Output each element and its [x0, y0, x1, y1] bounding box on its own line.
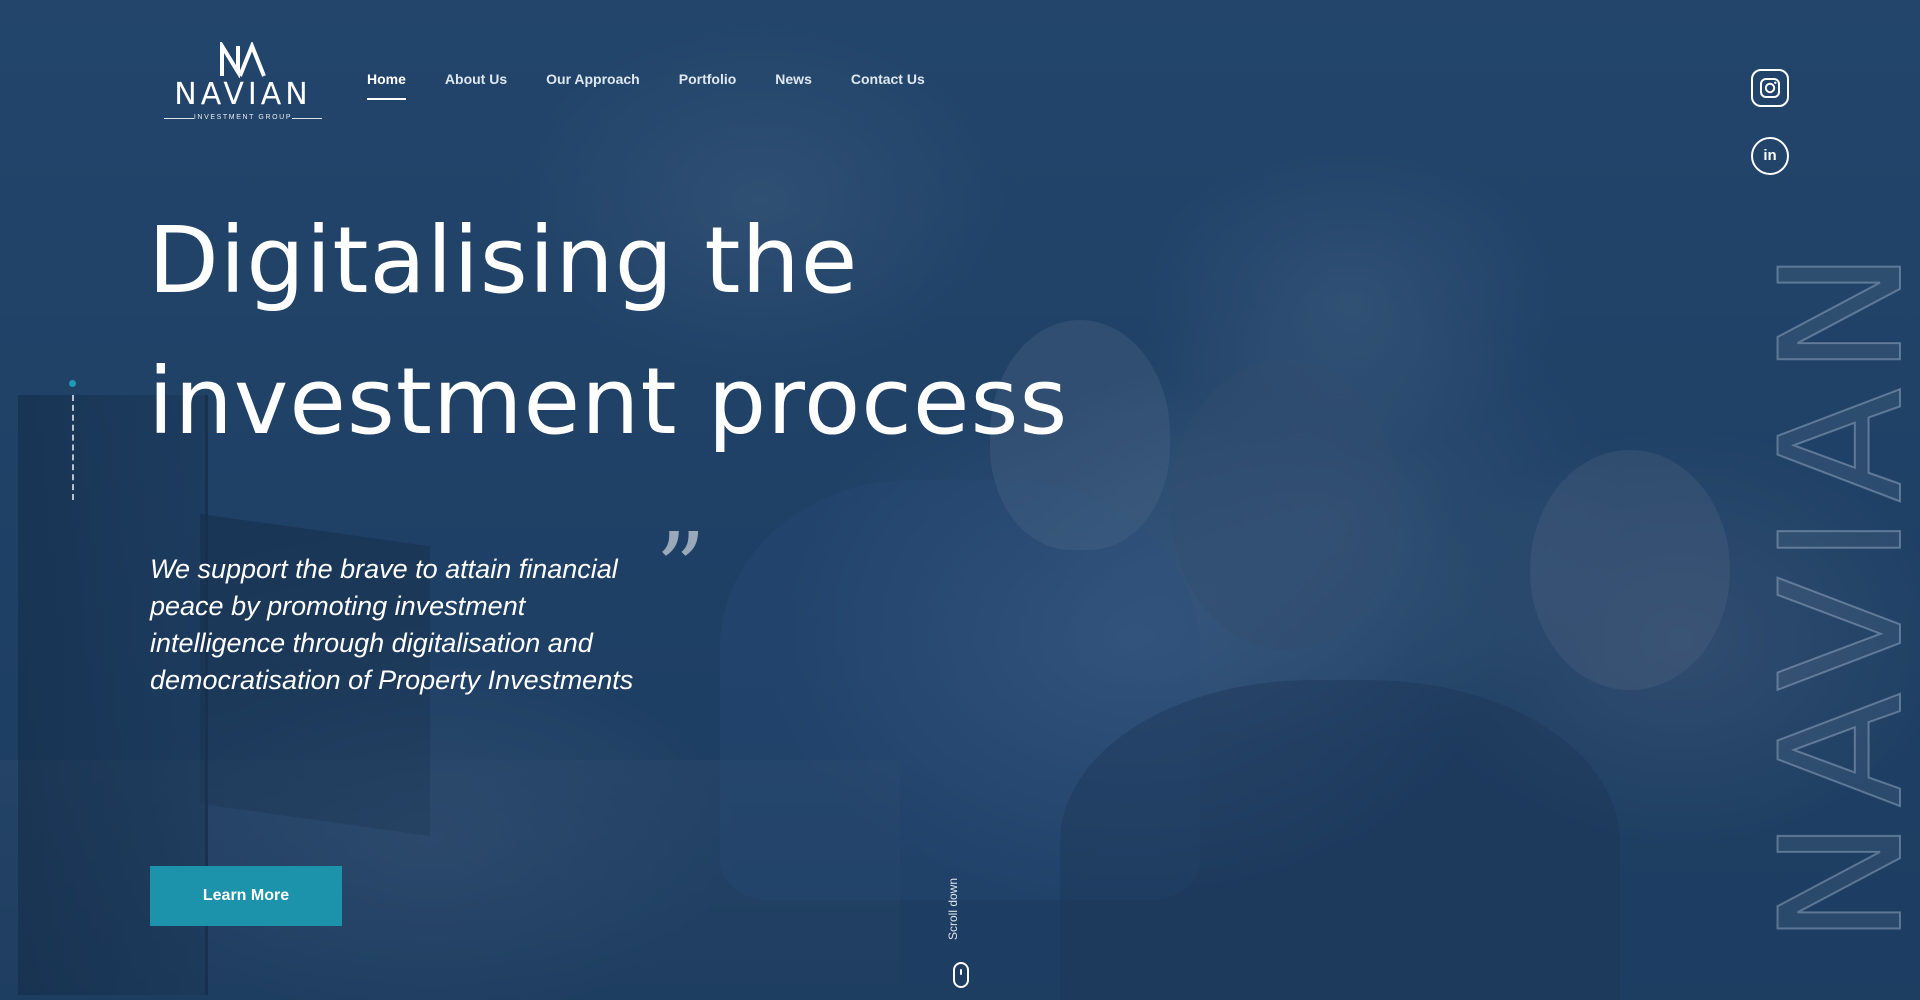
scroll-down-indicator[interactable]: Scroll down [944, 862, 976, 994]
nav-item-about-us[interactable]: About Us [445, 70, 507, 94]
hero-headline-line-1: Digitalising the [148, 207, 859, 314]
nav-item-our-approach[interactable]: Our Approach [546, 70, 640, 94]
navian-monogram-icon [220, 42, 266, 78]
nav-item-portfolio[interactable]: Portfolio [679, 70, 737, 94]
hero-headline-line-2: investment process [148, 348, 1069, 455]
hero-section: NAVIAN INVESTMENT GROUP Home About Us Ou… [0, 0, 1920, 1000]
scroll-down-label: Scroll down [946, 877, 960, 940]
nav-item-news[interactable]: News [775, 70, 812, 94]
slide-indicator-line [72, 395, 74, 500]
navian-logo[interactable]: NAVIAN INVESTMENT GROUP [164, 42, 322, 122]
logo-wordmark: NAVIAN [174, 77, 312, 112]
brand-watermark: NAVIAN [1743, 237, 1920, 946]
linkedin-icon: in [1763, 147, 1777, 164]
slide-indicator-dot[interactable] [69, 380, 76, 387]
mouse-icon [953, 962, 969, 988]
main-nav: Home About Us Our Approach Portfolio New… [367, 70, 964, 100]
hero-tagline: We support the brave to attain financial… [150, 554, 634, 695]
learn-more-button[interactable]: Learn More [150, 866, 342, 926]
hero-headline: Digitalising the investment process [148, 190, 1069, 472]
instagram-icon [1760, 78, 1780, 98]
instagram-button[interactable] [1751, 69, 1789, 107]
quote-mark-icon: ” [655, 511, 707, 628]
logo-subtitle: INVESTMENT GROUP [164, 114, 322, 121]
hero-overlay [0, 0, 1920, 1000]
nav-item-home[interactable]: Home [367, 70, 406, 100]
nav-item-contact-us[interactable]: Contact Us [851, 70, 925, 94]
linkedin-button[interactable]: in [1751, 137, 1789, 175]
